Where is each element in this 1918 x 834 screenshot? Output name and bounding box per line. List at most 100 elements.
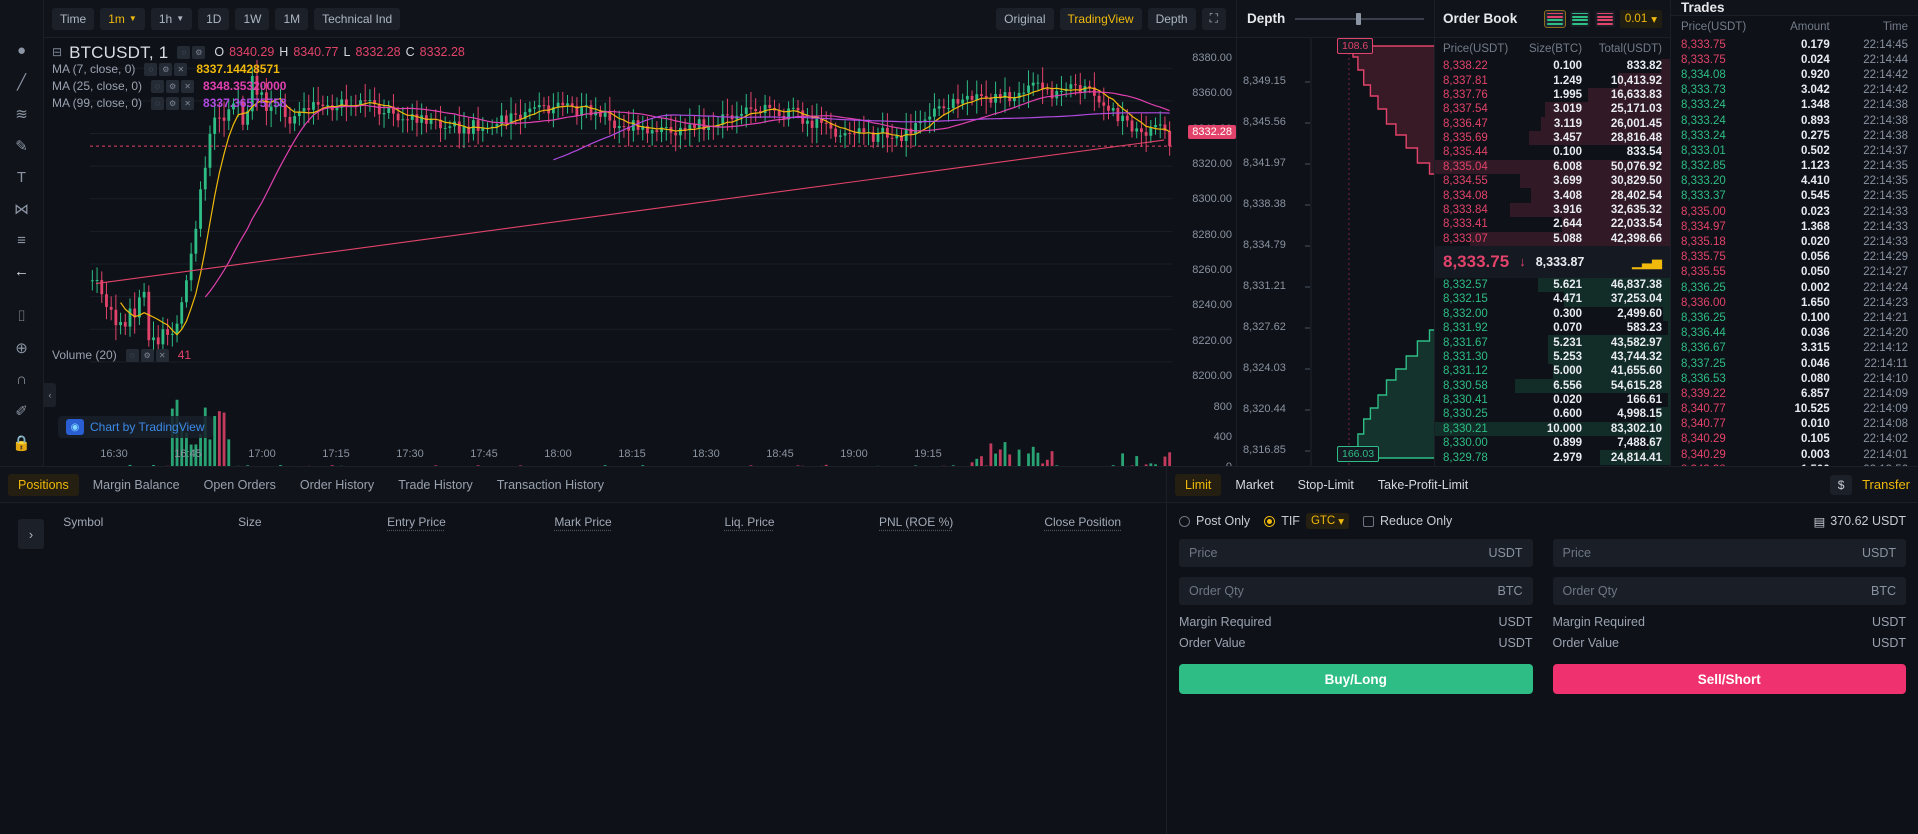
order-book-row[interactable]: 8,332.00 0.300 2,499.60 xyxy=(1435,306,1670,321)
tab-market[interactable]: Market xyxy=(1225,474,1283,496)
spark-chart-icon[interactable]: ▁▃▅ xyxy=(1632,254,1662,270)
buy-long-button[interactable]: Buy/Long xyxy=(1179,664,1533,694)
settings-icon[interactable]: ⚙ xyxy=(159,63,173,76)
order-book-row[interactable]: 8,334.08 3.408 28,402.54 xyxy=(1435,188,1670,203)
order-book-row[interactable]: 8,335.44 0.100 833.54 xyxy=(1435,145,1670,160)
eye-icon[interactable]: ◌ xyxy=(151,80,165,93)
measure-icon[interactable]: ⌷ xyxy=(9,308,35,325)
reduce-only-option[interactable]: Reduce Only xyxy=(1363,514,1452,528)
interval-1h[interactable]: 1h ▼ xyxy=(150,7,193,30)
settings-icon[interactable]: ⚙ xyxy=(192,46,206,59)
transfer-link[interactable]: Transfer xyxy=(1862,477,1910,492)
order-book-row[interactable]: 8,337.81 1.249 10,413.92 xyxy=(1435,73,1670,88)
pencil-icon[interactable]: ✐ xyxy=(9,402,35,420)
eye-icon[interactable]: ◌ xyxy=(151,97,165,110)
trend-line-icon[interactable]: ╱ xyxy=(9,73,35,91)
order-book-row[interactable]: 8,329.78 2.979 24,814.41 xyxy=(1435,450,1670,465)
arrow-back-icon[interactable]: ← xyxy=(9,263,35,280)
order-book-row[interactable]: 8,331.92 0.070 583.23 xyxy=(1435,321,1670,336)
order-book-row[interactable]: 8,330.21 10.000 83,302.10 xyxy=(1435,421,1670,436)
order-book-row[interactable]: 8,338.22 0.100 833.82 xyxy=(1435,59,1670,74)
sidebar-collapse-toggle[interactable]: ‹ xyxy=(44,383,56,407)
order-book-row[interactable]: 8,332.15 4.471 37,253.04 xyxy=(1435,292,1670,307)
tab-take-profit-limit[interactable]: Take-Profit-Limit xyxy=(1368,474,1478,496)
fullscreen-icon[interactable]: ⛶ xyxy=(1201,7,1226,30)
view-depth[interactable]: Depth xyxy=(1147,7,1196,30)
interval-1w[interactable]: 1W xyxy=(235,7,270,30)
eye-icon[interactable]: ◌ xyxy=(125,348,139,362)
view-tradingview[interactable]: TradingView xyxy=(1059,7,1142,30)
order-book-row[interactable]: 8,336.47 3.119 26,001.45 xyxy=(1435,116,1670,131)
positions-tab-0[interactable]: Positions xyxy=(8,473,79,496)
time-axis[interactable]: 16:30 16:45 17:00 17:15 17:30 17:45 18:00 18:15… xyxy=(44,448,1174,464)
tick-size-select[interactable]: 0.01 ▾ xyxy=(1619,9,1662,28)
interval-1mo[interactable]: 1M xyxy=(275,7,309,30)
lock-icon[interactable]: 🔒 xyxy=(9,434,35,452)
order-book-row[interactable]: 8,331.67 5.231 43,582.97 xyxy=(1435,335,1670,350)
sell-short-button[interactable]: Sell/Short xyxy=(1552,664,1906,694)
close-icon[interactable]: ✕ xyxy=(155,348,169,362)
sell-qty-input[interactable]: Order Qty BTC xyxy=(1552,577,1906,605)
positions-tab-1[interactable]: Margin Balance xyxy=(83,474,190,496)
order-book-row[interactable]: 8,337.76 1.995 16,633.83 xyxy=(1435,87,1670,103)
crosshair-icon[interactable]: ● xyxy=(9,42,35,59)
dollar-icon[interactable]: $ xyxy=(1830,474,1853,495)
depth-chart[interactable]: 8,349.15 8,345.56 8,341.97 8,338.38 8,334.79… xyxy=(1237,38,1434,466)
time-button[interactable]: Time xyxy=(52,7,95,30)
settings-icon[interactable]: ⚙ xyxy=(166,97,180,110)
fib-icon[interactable]: ≋ xyxy=(9,105,35,123)
eye-icon[interactable]: ◌ xyxy=(144,63,158,76)
order-book-row[interactable]: 8,333.84 3.916 32,635.32 xyxy=(1435,202,1670,218)
price-axis[interactable]: 8380.008360.008340.008320.008300.008280.… xyxy=(1174,38,1236,466)
order-book-row[interactable]: 8,330.41 0.020 166.61 xyxy=(1435,392,1670,408)
interval-1d[interactable]: 1D xyxy=(198,7,230,30)
chart-canvas-area[interactable]: ⊟ BTCUSDT, 1 ◌ ⚙ O 8340.29 H 8340.77 L 8… xyxy=(44,38,1236,466)
view-original[interactable]: Original xyxy=(996,7,1054,30)
close-icon[interactable]: ✕ xyxy=(181,97,195,110)
positions-tab-2[interactable]: Open Orders xyxy=(194,474,286,496)
order-book-row[interactable]: 8,337.54 3.019 25,171.03 xyxy=(1435,102,1670,117)
sell-price-input[interactable]: Price USDT xyxy=(1552,539,1906,567)
tif-value-select[interactable]: GTC ▾ xyxy=(1305,513,1349,529)
settings-icon[interactable]: ⚙ xyxy=(140,348,154,362)
order-book-row[interactable]: 8,335.04 6.008 50,076.92 xyxy=(1435,159,1670,174)
forecast-icon[interactable]: ≡ xyxy=(9,232,35,249)
settings-icon[interactable]: ⚙ xyxy=(166,80,180,93)
order-book-row[interactable]: 8,330.25 0.600 4,998.15 xyxy=(1435,407,1670,422)
eye-icon[interactable]: ◌ xyxy=(177,46,191,59)
close-icon[interactable]: ✕ xyxy=(174,63,188,76)
post-only-option[interactable]: Post Only xyxy=(1179,514,1250,528)
order-book-row[interactable]: 8,331.12 5.000 41,655.60 xyxy=(1435,364,1670,379)
order-book-row[interactable]: 8,330.58 6.556 54,615.28 xyxy=(1435,378,1670,393)
brush-icon[interactable]: ✎ xyxy=(9,137,35,155)
order-book-row[interactable]: 8,331.30 5.253 43,744.32 xyxy=(1435,349,1670,365)
depth-zoom-slider[interactable] xyxy=(1295,12,1424,26)
magnet-icon[interactable]: ∩ xyxy=(9,371,35,388)
tab-stop-limit[interactable]: Stop-Limit xyxy=(1288,474,1364,496)
tif-option[interactable]: TIF GTC ▾ xyxy=(1264,513,1349,529)
positions-tab-5[interactable]: Transaction History xyxy=(487,474,614,496)
slider-knob[interactable] xyxy=(1355,12,1361,25)
positions-tab-3[interactable]: Order History xyxy=(290,474,384,496)
order-book-row[interactable]: 8,333.07 5.088 42,398.66 xyxy=(1435,231,1670,246)
positions-tab-4[interactable]: Trade History xyxy=(388,474,483,496)
tab-limit[interactable]: Limit xyxy=(1175,473,1222,496)
order-book-row[interactable]: 8,332.57 5.621 46,837.38 xyxy=(1435,277,1670,293)
interval-1m[interactable]: 1m ▼ xyxy=(100,7,145,30)
asks-only-icon[interactable] xyxy=(1594,10,1615,27)
bids-only-icon[interactable] xyxy=(1569,10,1590,27)
order-book-row[interactable]: 8,330.00 0.899 7,488.67 xyxy=(1435,436,1670,451)
both-sides-icon[interactable] xyxy=(1543,9,1566,28)
buy-price-input[interactable]: Price USDT xyxy=(1179,539,1533,567)
text-icon[interactable]: T xyxy=(9,169,35,186)
positions-expand-button[interactable]: › xyxy=(18,519,44,549)
zoom-icon[interactable]: ⊕ xyxy=(9,339,35,357)
technical-indicators-button[interactable]: Technical Ind xyxy=(314,7,401,30)
order-book-row[interactable]: 8,333.41 2.644 22,033.54 xyxy=(1435,217,1670,232)
collapse-icon[interactable]: ⊟ xyxy=(52,44,62,61)
close-icon[interactable]: ✕ xyxy=(181,80,195,93)
pattern-icon[interactable]: ⋈ xyxy=(9,200,35,218)
tradingview-attribution[interactable]: ◉ Chart by TradingView xyxy=(58,416,213,438)
order-book-row[interactable]: 8,334.55 3.699 30,829.50 xyxy=(1435,174,1670,189)
order-book-row[interactable]: 8,335.69 3.457 28,816.48 xyxy=(1435,130,1670,146)
